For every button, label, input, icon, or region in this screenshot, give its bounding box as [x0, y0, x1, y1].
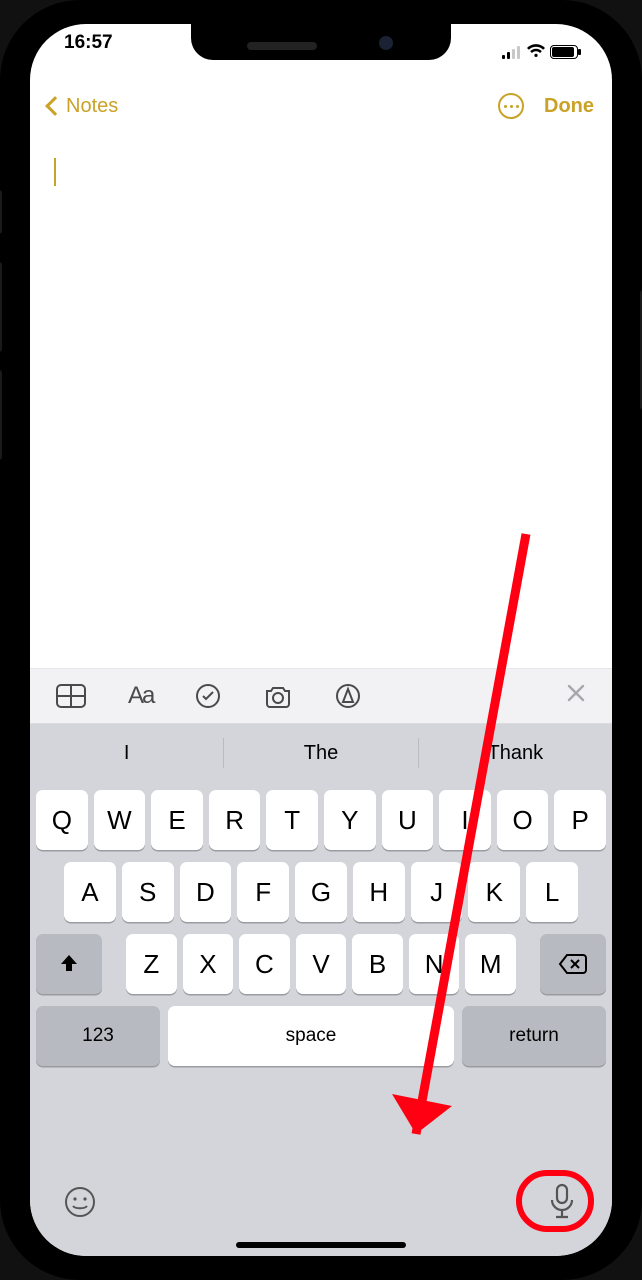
text-format-icon[interactable]: Aa: [128, 682, 153, 710]
camera-icon[interactable]: [263, 684, 293, 708]
table-icon[interactable]: [56, 684, 86, 708]
volume-down-button: [0, 370, 2, 460]
key-d[interactable]: D: [180, 862, 232, 922]
back-button[interactable]: Notes: [48, 95, 118, 118]
notch: [191, 24, 451, 60]
keyboard: QWERTYUIOP ASDFGHJKL ZXCVBNM 123 space r…: [30, 782, 612, 1256]
key-h[interactable]: H: [353, 862, 405, 922]
chevron-left-icon: [45, 96, 65, 116]
status-right: [502, 32, 578, 72]
text-cursor: [54, 158, 56, 186]
prediction-3[interactable]: Thank: [419, 742, 612, 765]
key-v[interactable]: V: [296, 934, 347, 994]
key-l[interactable]: L: [526, 862, 578, 922]
dictation-mic-button[interactable]: [540, 1180, 584, 1224]
key-o[interactable]: O: [497, 790, 549, 850]
key-g[interactable]: G: [295, 862, 347, 922]
key-w[interactable]: W: [94, 790, 146, 850]
key-t[interactable]: T: [266, 790, 318, 850]
phone-frame: 16:57 Notes Done: [0, 0, 642, 1280]
key-u[interactable]: U: [382, 790, 434, 850]
key-j[interactable]: J: [411, 862, 463, 922]
note-text-area[interactable]: [30, 134, 612, 696]
key-y[interactable]: Y: [324, 790, 376, 850]
return-key[interactable]: return: [462, 1006, 606, 1066]
key-e[interactable]: E: [151, 790, 203, 850]
cellular-icon: [502, 45, 520, 59]
wifi-icon: [526, 45, 544, 59]
shift-key[interactable]: [36, 934, 102, 994]
prediction-bar: I The Thank: [30, 724, 612, 782]
markup-icon[interactable]: [335, 683, 361, 709]
home-indicator[interactable]: [236, 1242, 406, 1248]
prediction-2[interactable]: The: [224, 742, 417, 765]
backspace-key[interactable]: [540, 934, 606, 994]
done-button[interactable]: Done: [544, 95, 594, 118]
key-c[interactable]: C: [239, 934, 290, 994]
key-q[interactable]: Q: [36, 790, 88, 850]
mute-switch: [0, 190, 2, 234]
key-m[interactable]: M: [465, 934, 516, 994]
battery-icon: [550, 45, 578, 59]
prediction-1[interactable]: I: [30, 742, 223, 765]
back-label: Notes: [66, 95, 118, 118]
status-time: 16:57: [64, 32, 113, 72]
screen: 16:57 Notes Done: [30, 24, 612, 1256]
nav-bar: Notes Done: [30, 78, 612, 134]
space-key[interactable]: space: [168, 1006, 454, 1066]
key-b[interactable]: B: [352, 934, 403, 994]
numbers-key[interactable]: 123: [36, 1006, 160, 1066]
keyboard-bottom-row: [30, 1162, 612, 1242]
key-r[interactable]: R: [209, 790, 261, 850]
key-x[interactable]: X: [183, 934, 234, 994]
key-i[interactable]: I: [439, 790, 491, 850]
volume-up-button: [0, 262, 2, 352]
more-options-button[interactable]: [498, 93, 524, 119]
key-s[interactable]: S: [122, 862, 174, 922]
key-p[interactable]: P: [554, 790, 606, 850]
key-z[interactable]: Z: [126, 934, 177, 994]
close-toolbar-button[interactable]: [566, 683, 586, 709]
key-k[interactable]: K: [468, 862, 520, 922]
key-a[interactable]: A: [64, 862, 116, 922]
emoji-button[interactable]: [58, 1180, 102, 1224]
checklist-icon[interactable]: [195, 683, 221, 709]
notes-toolbar: Aa: [30, 668, 612, 724]
key-f[interactable]: F: [237, 862, 289, 922]
key-n[interactable]: N: [409, 934, 460, 994]
